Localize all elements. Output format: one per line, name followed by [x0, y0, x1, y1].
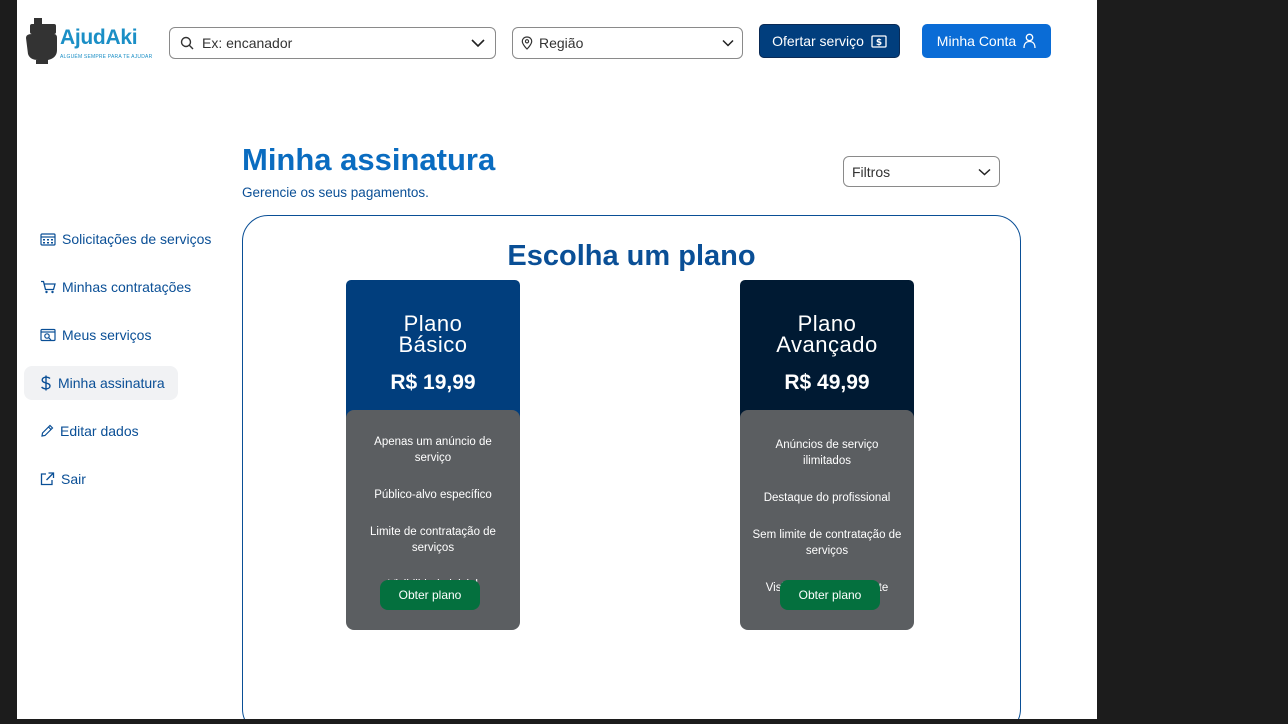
location-pin-icon — [521, 36, 533, 50]
plan-feature: Limite de contratação de serviços — [370, 526, 496, 554]
chevron-down-icon[interactable] — [471, 38, 485, 48]
plan-card-advanced: Plano Avançado R$ 49,99 Anúncios de serv… — [740, 280, 914, 630]
page-subtitle: Gerencie os seus pagamentos. — [242, 185, 429, 200]
chevron-down-icon[interactable] — [722, 39, 734, 47]
plan-card-basic: Plano Básico R$ 19,99 Apenas um anúncio … — [346, 280, 520, 630]
get-plan-advanced-button[interactable]: Obter plano — [780, 580, 880, 610]
plan-feature: Apenas um anúncio de serviço — [374, 436, 492, 464]
search-icon — [180, 36, 194, 50]
sidebar-item-label: Editar dados — [60, 423, 139, 439]
sidebar-item-my-subscription[interactable]: Minha assinatura — [24, 366, 178, 400]
external-link-icon — [40, 472, 55, 486]
plan-header: Plano Avançado R$ 49,99 — [740, 280, 914, 418]
sidebar-item-label: Minha assinatura — [58, 375, 165, 391]
logo-wordmark: AjudAki — [60, 26, 138, 49]
region-select[interactable]: Região — [512, 27, 743, 59]
plan-name-line1: Plano — [403, 311, 463, 336]
search-input[interactable]: Ex: encanador — [169, 27, 496, 59]
plan-feature: Público-alvo específico — [374, 489, 492, 501]
logo-hand-icon — [26, 18, 57, 64]
sidebar-item-label: Meus serviços — [62, 327, 152, 343]
dollar-icon — [41, 375, 51, 391]
sidebar-item-my-services[interactable]: Meus serviços — [24, 318, 178, 352]
plan-name-line1: Plano — [797, 311, 857, 336]
sidebar-item-label: Solicitações de serviços — [62, 231, 212, 247]
app-page: AjudAki ALGUÉM SEMPRE PARA TE AJUDAR Ex:… — [17, 0, 1097, 719]
cart-icon — [41, 280, 56, 294]
money-icon: $ — [871, 34, 887, 48]
plan-price: R$ 49,99 — [784, 371, 870, 394]
sidebar: Solicitações de serviços Minhas contrata… — [24, 222, 214, 510]
plans-title: Escolha um plano — [507, 240, 756, 272]
plan-feature: Destaque do profissional — [763, 492, 891, 504]
plan-header: Plano Básico R$ 19,99 — [346, 280, 520, 418]
plan-price: R$ 19,99 — [390, 371, 476, 394]
user-icon — [1023, 33, 1036, 49]
filter-select[interactable]: Filtros — [843, 156, 1000, 187]
plan-feature: Anúncios de serviço ilimitados — [775, 439, 879, 467]
plan-feature: Sem limite de contratação de serviços — [752, 529, 902, 557]
pencil-icon — [41, 424, 54, 437]
plan-name-line2: Básico — [398, 332, 468, 357]
plans-panel: Escolha um plano Plano Básico R$ 19,99 A… — [242, 215, 1021, 719]
sidebar-item-label: Sair — [61, 471, 86, 487]
region-placeholder: Região — [539, 35, 584, 51]
my-account-label: Minha Conta — [936, 33, 1017, 49]
offer-service-label: Ofertar serviço — [772, 33, 864, 49]
calendar-icon — [40, 233, 56, 246]
logo-tagline: ALGUÉM SEMPRE PARA TE AJUDAR — [60, 54, 153, 60]
search-window-icon — [40, 328, 56, 342]
search-placeholder: Ex: encanador — [202, 35, 293, 51]
svg-text:$: $ — [876, 38, 882, 48]
sidebar-item-my-hires[interactable]: Minhas contratações — [24, 270, 191, 304]
sidebar-item-edit-data[interactable]: Editar dados — [24, 414, 178, 448]
filter-label: Filtros — [852, 163, 891, 180]
sidebar-item-logout[interactable]: Sair — [24, 462, 178, 496]
plan-name-line2: Avançado — [776, 332, 878, 357]
sidebar-item-service-requests[interactable]: Solicitações de serviços — [24, 222, 211, 256]
page-title: Minha assinatura — [242, 142, 496, 177]
chevron-down-icon — [978, 168, 991, 176]
my-account-button[interactable]: Minha Conta — [922, 24, 1051, 58]
get-plan-basic-button[interactable]: Obter plano — [380, 580, 480, 610]
logo[interactable]: AjudAki ALGUÉM SEMPRE PARA TE AJUDAR — [24, 16, 154, 66]
sidebar-item-label: Minhas contratações — [62, 279, 192, 295]
offer-service-button[interactable]: Ofertar serviço $ — [759, 24, 900, 58]
